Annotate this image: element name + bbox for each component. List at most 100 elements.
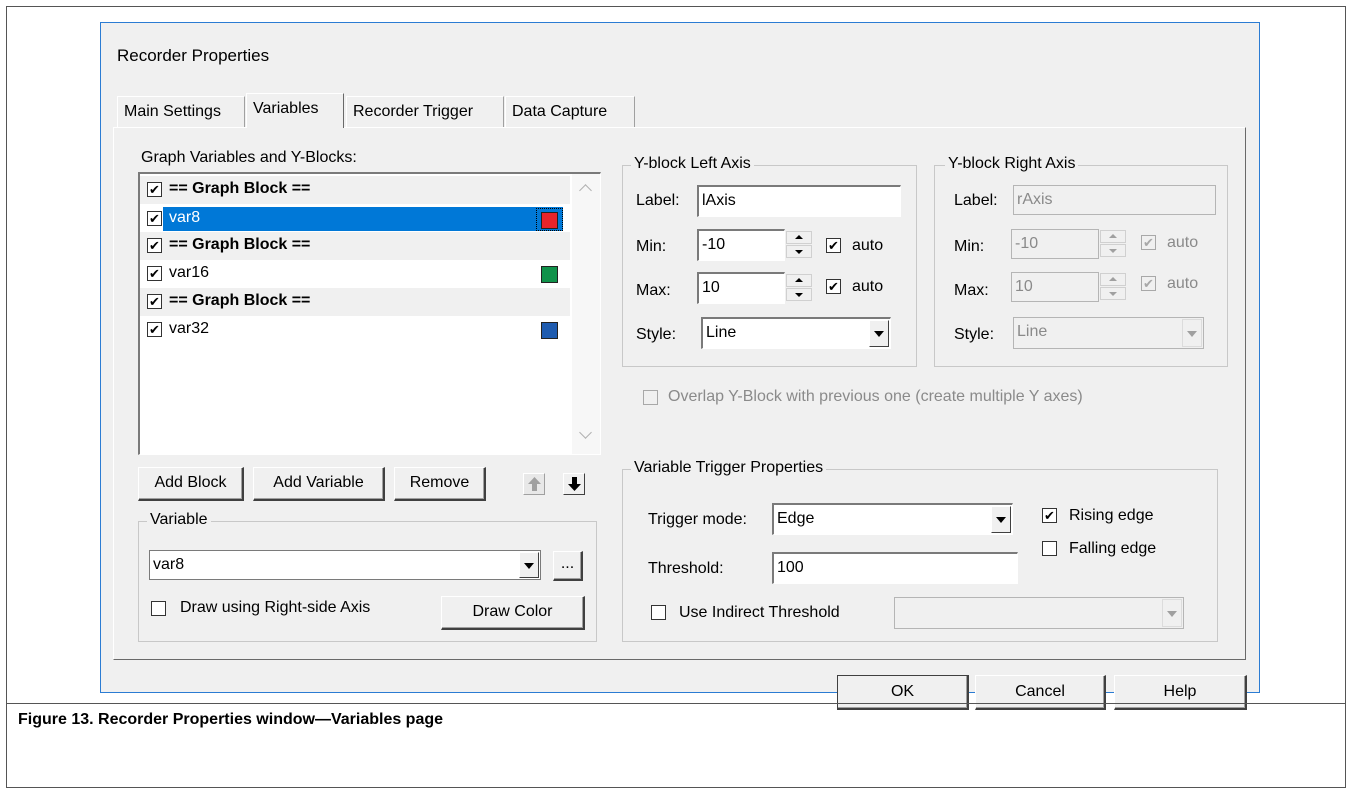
rising-edge-label: Rising edge	[1069, 507, 1154, 524]
list-item-checkbox[interactable]: ✔	[147, 238, 162, 253]
right-min-auto-label: auto	[1167, 234, 1199, 251]
right-min-caption: Min:	[954, 238, 985, 255]
tab-recorder-trigger[interactable]: Recorder Trigger	[346, 96, 504, 128]
right-axis-checkbox[interactable]	[151, 601, 166, 616]
add-block-button[interactable]: Add Block	[138, 467, 244, 501]
down-arrow-icon	[568, 477, 581, 491]
right-style-value: Line	[1017, 323, 1048, 340]
left-min-spinner[interactable]	[786, 230, 814, 260]
right-max-spinner[interactable]	[1100, 272, 1128, 302]
spin-down-icon[interactable]	[795, 293, 803, 297]
overlap-checkbox[interactable]	[643, 390, 658, 405]
overlap-label: Overlap Y-Block with previous one (creat…	[668, 388, 1083, 405]
trigger-group-title: Variable Trigger Properties	[631, 459, 827, 477]
chevron-down-icon	[996, 517, 1006, 523]
variable-select[interactable]: var8	[149, 550, 541, 580]
window-title: Recorder Properties	[117, 46, 270, 65]
list-item-checkbox[interactable]: ✔	[147, 211, 162, 226]
right-style-select[interactable]: Line	[1013, 317, 1204, 349]
chevron-down-icon	[524, 563, 534, 569]
right-min-input[interactable]: -10	[1011, 229, 1099, 259]
variable-group-title: Variable	[147, 511, 211, 529]
add-variable-button[interactable]: Add Variable	[253, 467, 385, 501]
left-min-caption: Min:	[636, 238, 667, 255]
right-max-caption: Max:	[954, 282, 989, 299]
indirect-threshold-dropdown-button[interactable]	[1162, 599, 1182, 627]
list-item-label: var32	[169, 320, 210, 337]
draw-color-button[interactable]: Draw Color	[441, 596, 585, 630]
list-item[interactable]: ✔ == Graph Block ==	[140, 288, 570, 316]
left-label-input[interactable]: lAxis	[697, 185, 901, 217]
spin-down-icon[interactable]	[1109, 292, 1117, 296]
right-axis-label: Draw using Right-side Axis	[180, 599, 371, 616]
right-label-input[interactable]: rAxis	[1013, 185, 1216, 215]
list-item[interactable]: ✔ == Graph Block ==	[140, 176, 570, 204]
indirect-threshold-label: Use Indirect Threshold	[679, 604, 840, 621]
list-item-label: var16	[169, 264, 210, 281]
tab-variables[interactable]: Variables	[246, 93, 344, 128]
list-item-label: == Graph Block ==	[169, 180, 311, 197]
tab-data-capture[interactable]: Data Capture	[505, 96, 635, 128]
move-down-button[interactable]	[563, 473, 585, 495]
list-item-checkbox[interactable]: ✔	[147, 266, 162, 281]
list-item-checkbox[interactable]: ✔	[147, 322, 162, 337]
list-item-checkbox[interactable]: ✔	[147, 182, 162, 197]
rising-edge-checkbox[interactable]: ✔	[1042, 508, 1057, 523]
color-swatch	[541, 266, 558, 283]
spin-down-icon[interactable]	[795, 250, 803, 254]
spin-up-icon[interactable]	[1109, 234, 1117, 238]
left-style-dropdown-button[interactable]	[869, 320, 889, 347]
left-label-caption: Label:	[636, 192, 680, 209]
right-max-auto-checkbox[interactable]: ✔	[1141, 276, 1156, 291]
spin-up-icon[interactable]	[795, 235, 803, 239]
left-style-select[interactable]: Line	[701, 317, 891, 349]
left-max-auto-label: auto	[852, 278, 884, 295]
spin-up-icon[interactable]	[1109, 277, 1117, 281]
spin-down-icon[interactable]	[1109, 249, 1117, 253]
list-scrollbar[interactable]	[572, 174, 600, 454]
indirect-threshold-checkbox[interactable]	[651, 605, 666, 620]
variable-select-value: var8	[153, 556, 185, 573]
scroll-down-icon[interactable]	[579, 426, 592, 439]
chevron-down-icon	[874, 331, 884, 337]
scroll-up-icon[interactable]	[579, 184, 592, 197]
right-max-auto-label: auto	[1167, 275, 1199, 292]
right-min-spinner[interactable]	[1100, 229, 1128, 259]
list-item[interactable]: ✔ var8	[140, 205, 570, 233]
list-item-label: == Graph Block ==	[169, 236, 311, 253]
right-min-auto-checkbox[interactable]: ✔	[1141, 235, 1156, 250]
left-style-caption: Style:	[636, 326, 677, 343]
list-item[interactable]: ✔ var16	[140, 260, 570, 288]
list-item-checkbox[interactable]: ✔	[147, 294, 162, 309]
right-axis-title: Y-block Right Axis	[945, 155, 1079, 173]
list-item[interactable]: ✔ var32	[140, 316, 570, 344]
remove-button[interactable]: Remove	[394, 467, 486, 501]
move-up-button[interactable]	[523, 473, 545, 495]
left-min-auto-label: auto	[852, 237, 884, 254]
trigger-mode-value: Edge	[777, 510, 815, 527]
threshold-input[interactable]: 100	[772, 552, 1018, 584]
color-swatch	[541, 212, 558, 229]
trigger-mode-select[interactable]: Edge	[772, 503, 1013, 535]
right-max-input[interactable]: 10	[1011, 272, 1099, 302]
left-min-input[interactable]: -10	[697, 229, 785, 261]
browse-variable-button[interactable]: ...	[553, 551, 583, 581]
falling-edge-checkbox[interactable]	[1042, 541, 1057, 556]
right-label-caption: Label:	[954, 192, 998, 209]
right-style-dropdown-button[interactable]	[1182, 319, 1202, 347]
tab-main-settings[interactable]: Main Settings	[117, 96, 245, 128]
spin-up-icon[interactable]	[795, 278, 803, 282]
trigger-mode-dropdown-button[interactable]	[991, 506, 1011, 533]
right-style-caption: Style:	[954, 326, 995, 343]
indirect-threshold-select[interactable]	[894, 597, 1184, 629]
left-max-auto-checkbox[interactable]: ✔	[826, 279, 841, 294]
chevron-down-icon	[1167, 611, 1177, 617]
list-item[interactable]: ✔ == Graph Block ==	[140, 232, 570, 260]
left-max-spinner[interactable]	[786, 273, 814, 303]
left-max-input[interactable]: 10	[697, 272, 785, 304]
list-item-label: == Graph Block ==	[169, 292, 311, 309]
variable-dropdown-button[interactable]	[519, 552, 539, 578]
left-min-auto-checkbox[interactable]: ✔	[826, 238, 841, 253]
graph-variables-list[interactable]: ✔ == Graph Block == ✔ var8 ✔ == Graph Bl…	[138, 172, 601, 455]
left-max-caption: Max:	[636, 282, 671, 299]
